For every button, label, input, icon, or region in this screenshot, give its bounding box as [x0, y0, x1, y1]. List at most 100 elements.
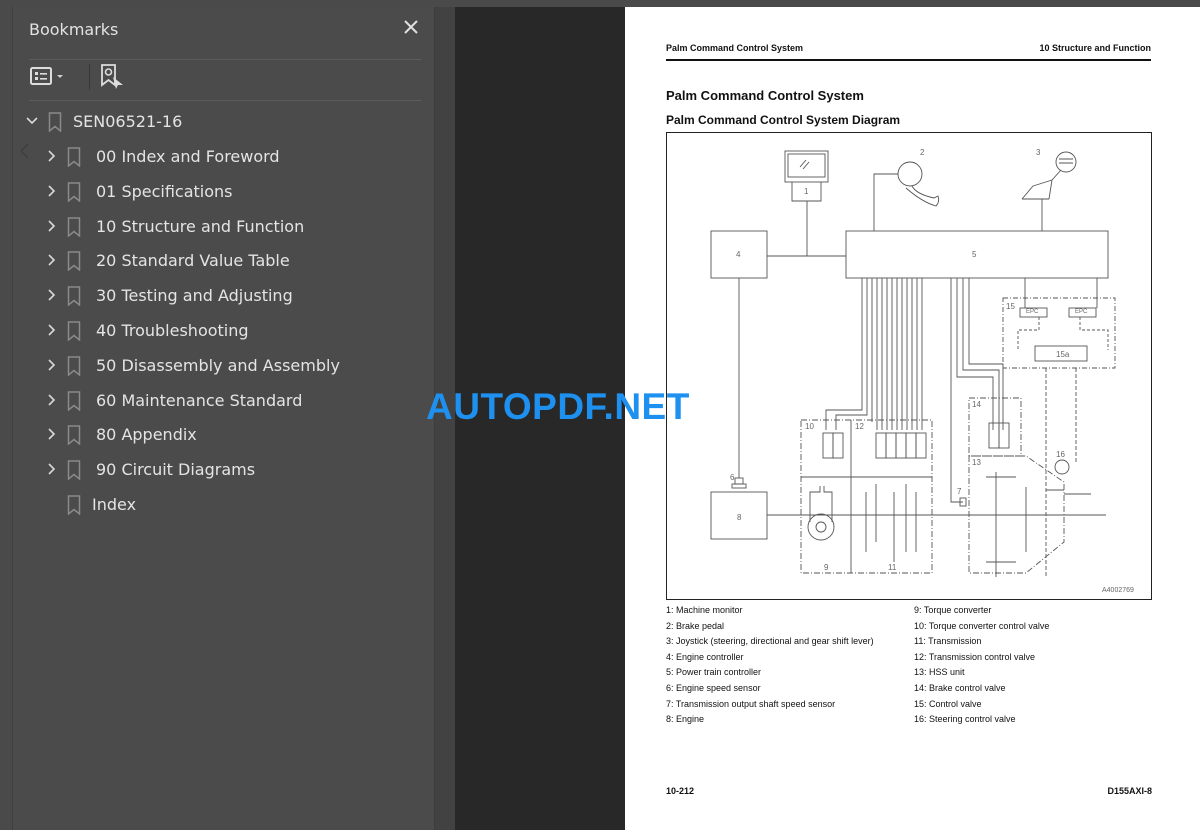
svg-text:4: 4 — [736, 250, 741, 259]
bookmark-item[interactable]: 10 Structure and Function — [13, 210, 423, 244]
bookmark-label: 90 Circuit Diagrams — [96, 460, 256, 480]
legend-item: 11: Transmission — [914, 636, 982, 647]
chevron-right-icon[interactable] — [45, 427, 59, 441]
page-subtitle: Palm Command Control System Diagram — [666, 113, 901, 127]
bookmark-label: 30 Testing and Adjusting — [96, 286, 293, 306]
bookmark-item[interactable]: 60 Maintenance Standard — [13, 384, 423, 418]
chevron-right-icon[interactable] — [45, 288, 59, 302]
panel-title: Bookmarks — [29, 20, 119, 39]
svg-text:2: 2 — [920, 148, 925, 157]
legend-item: 3: Joystick (steering, directional and g… — [666, 636, 874, 647]
chevron-right-icon[interactable] — [45, 358, 59, 372]
panel-header: Bookmarks — [29, 7, 421, 51]
legend-item: 5: Power train controller — [666, 667, 762, 678]
svg-text:8: 8 — [737, 513, 742, 522]
legend-item: 2: Brake pedal — [666, 620, 725, 631]
bookmark-icon — [67, 390, 81, 411]
bookmark-label: SEN06521-16 — [73, 112, 183, 131]
legend-item: 16: Steering control valve — [914, 714, 1016, 725]
chevron-right-icon[interactable] — [45, 219, 59, 233]
svg-text:3: 3 — [1036, 148, 1041, 157]
left-gutter — [0, 7, 12, 830]
pdf-page: Palm Command Control System 10 Structure… — [625, 7, 1200, 830]
toolbar-separator — [89, 64, 90, 90]
legend-item: 1: Machine monitor — [666, 605, 743, 615]
bookmark-icon — [67, 251, 81, 272]
chevron-down-icon[interactable] — [25, 114, 39, 128]
bookmark-label: 00 Index and Foreword — [96, 147, 280, 166]
svg-text:1: 1 — [804, 187, 809, 196]
bookmarks-panel: Bookmarks SEN06521-16 00 Index and Forew… — [12, 7, 434, 830]
page-title: Palm Command Control System — [666, 88, 864, 103]
bookmark-item[interactable]: 01 Specifications — [13, 175, 423, 209]
legend-left: 1: Machine monitor 2: Brake pedal 3: Joyst… — [666, 603, 874, 728]
svg-text:13: 13 — [972, 458, 981, 467]
bookmark-item[interactable]: 40 Troubleshooting — [13, 314, 423, 348]
svg-text:9: 9 — [824, 563, 829, 572]
brake-pedal-icon — [897, 161, 940, 207]
bookmark-item[interactable]: Index — [13, 488, 423, 522]
chevron-right-icon[interactable] — [45, 393, 59, 407]
page-header: Palm Command Control System 10 Structure… — [666, 43, 1151, 61]
bookmark-item[interactable]: 30 Testing and Adjusting — [13, 279, 423, 313]
bookmark-icon — [67, 147, 81, 167]
bookmark-icon — [67, 286, 81, 307]
bookmark-label: 50 Disassembly and Assembly — [96, 355, 340, 375]
legend-item: 15: Control valve — [914, 698, 982, 709]
bookmark-icon — [48, 112, 62, 132]
bookmark-icon — [67, 495, 81, 515]
legend-item: 14: Brake control valve — [914, 682, 1006, 693]
legend-item: 13: HSS unit — [914, 667, 965, 678]
svg-text:11: 11 — [888, 563, 897, 572]
bookmark-icon — [67, 460, 81, 481]
bookmark-label: 40 Troubleshooting — [96, 321, 249, 340]
page-header-right: 10 Structure and Function — [1039, 43, 1151, 53]
options-menu-button[interactable] — [29, 63, 69, 89]
power-train-controller-box — [845, 230, 1109, 279]
legend-item: 10: Torque converter control valve — [914, 620, 1050, 631]
bookmark-icon — [67, 216, 81, 237]
bookmark-label: Index — [92, 495, 137, 514]
chevron-right-icon[interactable] — [45, 253, 59, 267]
legend-item: 8: Engine — [666, 714, 705, 725]
watermark-text: AUTOPDF.NET — [426, 386, 690, 427]
svg-text:7: 7 — [957, 487, 962, 496]
legend-item: 4: Engine controller — [666, 651, 744, 662]
legend-item: 7: Transmission output shaft speed senso… — [666, 698, 836, 709]
bookmark-item[interactable]: 90 Circuit Diagrams — [13, 453, 423, 487]
model-code: D155AXI-8 — [1107, 786, 1152, 796]
figure-id: A4002769 — [1102, 587, 1134, 594]
legend-item: 6: Engine speed sensor — [666, 682, 761, 693]
chevron-right-icon[interactable] — [45, 462, 59, 476]
bookmarks-toolbar — [29, 59, 421, 93]
bookmark-label: 20 Standard Value Table — [96, 251, 290, 271]
svg-text:16: 16 — [1056, 450, 1065, 459]
chevron-right-icon[interactable] — [45, 149, 59, 163]
system-diagram: 12 3 4 56 789 101112 131415 15a16 EPC EPC A… — [666, 132, 1152, 600]
bookmark-icon — [67, 182, 81, 202]
svg-text:5: 5 — [972, 250, 977, 259]
chevron-right-icon[interactable] — [45, 323, 59, 337]
bookmark-label: 10 Structure and Function — [96, 216, 305, 236]
bookmark-root[interactable]: SEN06521-16 — [13, 105, 423, 139]
chevron-right-icon[interactable] — [45, 184, 59, 198]
bookmark-item[interactable]: 20 Standard Value Table — [13, 244, 423, 278]
bookmark-icon — [67, 321, 81, 341]
close-icon[interactable] — [401, 17, 421, 37]
divider — [29, 100, 421, 101]
legend-item: 12: Transmission control valve — [914, 651, 1036, 662]
find-current-bookmark-button[interactable] — [99, 63, 127, 89]
bookmark-label: 01 Specifications — [96, 181, 233, 201]
page-number: 10-212 — [666, 786, 695, 796]
bookmark-icon — [67, 425, 81, 446]
bookmark-icon — [67, 356, 81, 376]
bookmark-item[interactable]: 50 Disassembly and Assembly — [13, 349, 423, 383]
svg-text:14: 14 — [972, 400, 981, 409]
joystick-icon — [1021, 151, 1077, 200]
bookmark-label: 80 Appendix — [96, 425, 197, 445]
bookmark-find-icon — [101, 64, 123, 89]
bookmark-item[interactable]: 00 Index and Foreword — [13, 140, 423, 174]
svg-text:EPC: EPC — [1026, 309, 1039, 315]
bookmark-item[interactable]: 80 Appendix — [13, 418, 423, 452]
page-header-left: Palm Command Control System — [666, 43, 804, 53]
